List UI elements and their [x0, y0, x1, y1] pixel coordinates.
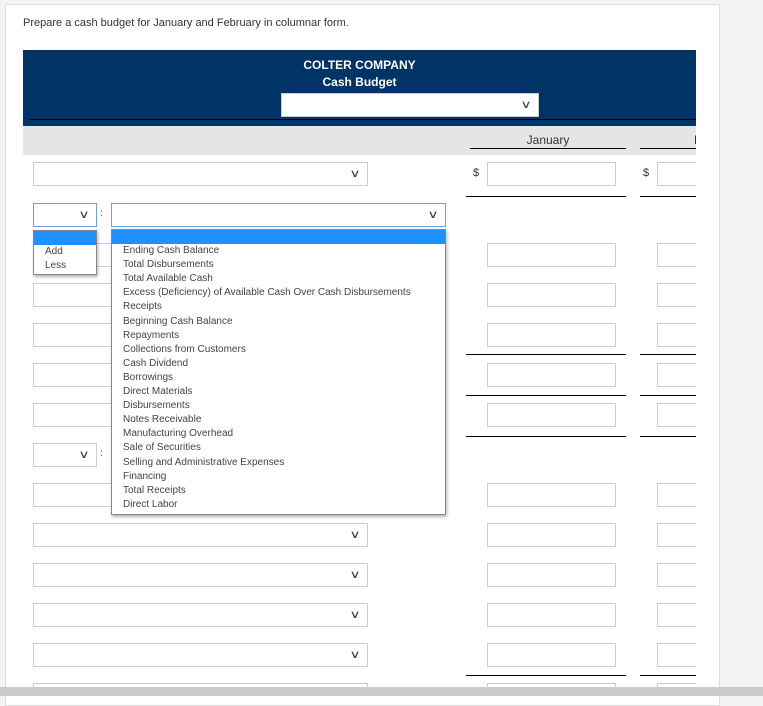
- total-underline: [466, 675, 626, 676]
- chevron-down-icon: ∨: [349, 168, 361, 180]
- item-option[interactable]: Borrowings: [112, 371, 445, 385]
- item-option[interactable]: Receipts: [112, 300, 445, 314]
- january-amount-input[interactable]: [487, 483, 616, 507]
- february-amount-input[interactable]: [657, 283, 696, 307]
- chevron-down-icon: ∨: [349, 649, 361, 661]
- item-option[interactable]: Sale of Securities: [112, 441, 445, 455]
- total-underline: [640, 436, 696, 437]
- february-header: February: [640, 133, 696, 147]
- total-underline: [640, 675, 696, 676]
- chevron-down-icon: ∨: [427, 209, 439, 221]
- item-option[interactable]: Notes Receivable: [112, 413, 445, 427]
- colon: :: [100, 448, 103, 459]
- february-amount-input[interactable]: [657, 643, 696, 667]
- february-amount-input[interactable]: [657, 403, 696, 427]
- item-option[interactable]: Direct Materials: [112, 385, 445, 399]
- item-option[interactable]: Beginning Cash Balance: [112, 315, 445, 329]
- item-option[interactable]: Cash Dividend: [112, 357, 445, 371]
- total-underline: [466, 436, 626, 437]
- chevron-down-icon: ∨: [78, 449, 90, 461]
- addless-select[interactable]: ∨: [33, 203, 97, 227]
- total-underline: [640, 196, 696, 197]
- item-option[interactable]: Manufacturing Overhead: [112, 427, 445, 441]
- budget-title: Cash Budget: [322, 75, 397, 89]
- february-amount-input[interactable]: [657, 162, 696, 186]
- february-amount-input[interactable]: [657, 563, 696, 587]
- january-amount-input[interactable]: [487, 643, 616, 667]
- item-select[interactable]: ∨: [33, 523, 368, 547]
- company-name: COLTER COMPANY: [303, 58, 416, 72]
- addless-dropdown-list[interactable]: Add Less: [33, 230, 97, 275]
- item-option[interactable]: [112, 230, 445, 245]
- colon: :: [100, 208, 103, 219]
- horizontal-scrollbar[interactable]: [0, 687, 763, 696]
- total-underline: [640, 354, 696, 355]
- item-option[interactable]: Excess (Deficiency) of Available Cash Ov…: [112, 286, 445, 300]
- item-option[interactable]: Total Receipts: [112, 484, 445, 498]
- january-amount-input[interactable]: [487, 283, 616, 307]
- item-select[interactable]: ∨: [111, 203, 446, 227]
- january-amount-input[interactable]: [487, 243, 616, 267]
- item-select[interactable]: ∨: [33, 563, 368, 587]
- item-option[interactable]: Selling and Administrative Expenses: [112, 456, 445, 470]
- item-option[interactable]: Total Disbursements: [112, 258, 445, 272]
- total-underline: [466, 354, 626, 355]
- currency-symbol: $: [643, 167, 650, 179]
- item-dropdown-list[interactable]: Ending Cash Balance Total Disbursements To…: [111, 229, 446, 515]
- chevron-down-icon: ∨: [520, 99, 532, 111]
- item-select[interactable]: ∨: [33, 603, 368, 627]
- item-option[interactable]: Disbursements: [112, 399, 445, 413]
- chevron-down-icon: ∨: [349, 609, 361, 621]
- addless-select[interactable]: ∨: [33, 443, 97, 467]
- addless-option[interactable]: Less: [34, 259, 96, 273]
- january-amount-input[interactable]: [487, 563, 616, 587]
- january-amount-input[interactable]: [487, 363, 616, 387]
- item-select[interactable]: ∨: [33, 162, 368, 186]
- total-underline: [466, 395, 626, 396]
- currency-symbol: $: [473, 167, 480, 179]
- total-underline: [640, 395, 696, 396]
- item-select[interactable]: ∨: [33, 643, 368, 667]
- february-amount-input[interactable]: [657, 483, 696, 507]
- january-amount-input[interactable]: [487, 523, 616, 547]
- january-amount-input[interactable]: [487, 323, 616, 347]
- header-divider: [29, 119, 696, 120]
- chevron-down-icon: ∨: [349, 569, 361, 581]
- item-option[interactable]: Direct Labor: [112, 498, 445, 512]
- addless-option[interactable]: Add: [34, 245, 96, 259]
- addless-option[interactable]: [34, 231, 96, 246]
- item-option[interactable]: Ending Cash Balance: [112, 244, 445, 258]
- february-amount-input[interactable]: [657, 603, 696, 627]
- january-amount-input[interactable]: [487, 162, 616, 186]
- february-amount-input[interactable]: [657, 523, 696, 547]
- february-amount-input[interactable]: [657, 243, 696, 267]
- item-option[interactable]: Total Available Cash: [112, 272, 445, 286]
- january-header: January: [526, 133, 570, 147]
- january-amount-input[interactable]: [487, 603, 616, 627]
- chevron-down-icon: ∨: [78, 209, 90, 221]
- item-option[interactable]: Financing: [112, 470, 445, 484]
- total-underline: [466, 196, 626, 197]
- february-amount-input[interactable]: [657, 363, 696, 387]
- period-select[interactable]: ∨: [281, 93, 539, 117]
- january-amount-input[interactable]: [487, 403, 616, 427]
- chevron-down-icon: ∨: [349, 529, 361, 541]
- item-option[interactable]: Repayments: [112, 329, 445, 343]
- item-option[interactable]: Collections from Customers: [112, 343, 445, 357]
- february-amount-input[interactable]: [657, 323, 696, 347]
